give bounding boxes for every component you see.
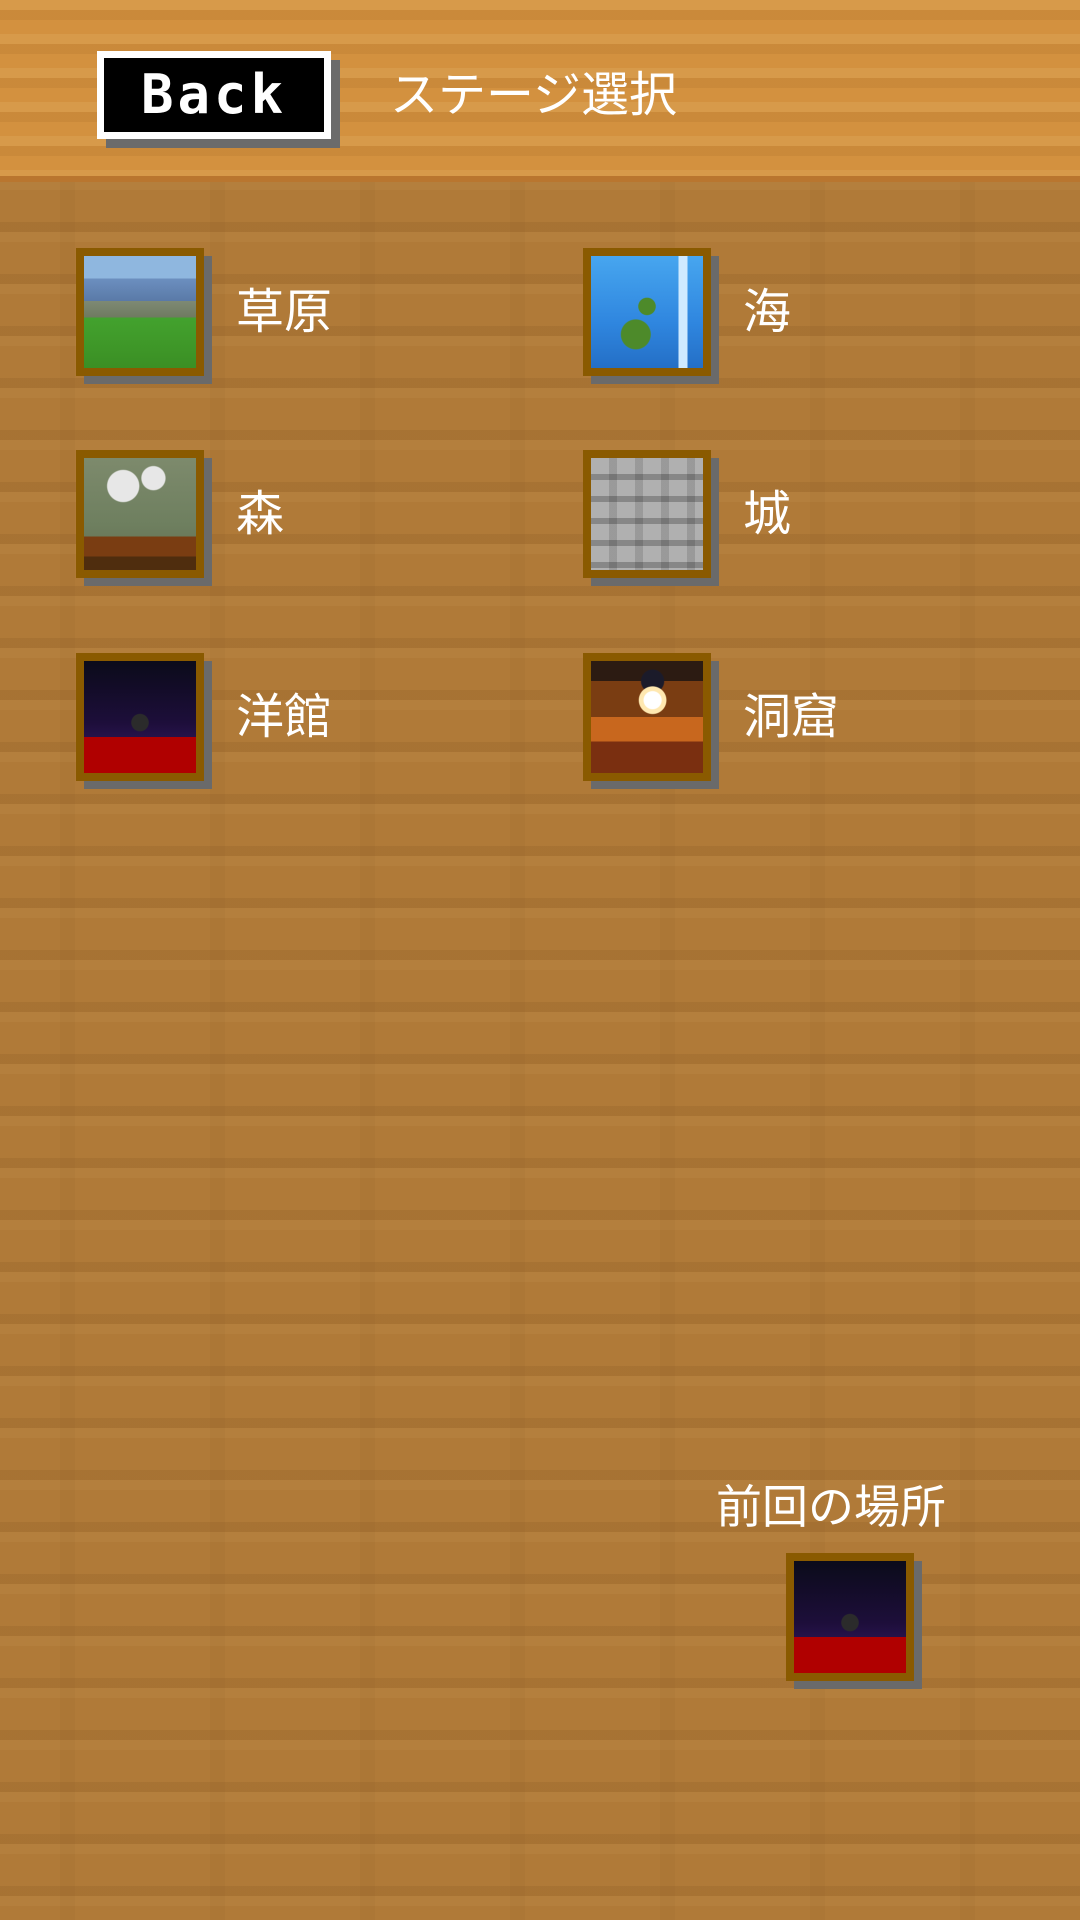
page-title: ステージ選択 bbox=[390, 67, 678, 123]
mansion-thumbnail-icon bbox=[794, 1561, 906, 1673]
stage-item-forest[interactable]: 森 bbox=[76, 450, 496, 578]
sea-thumbnail-icon[interactable] bbox=[583, 248, 711, 376]
previous-location-label: 前回の場所 bbox=[716, 1480, 946, 1534]
stage-label: 海 bbox=[743, 284, 792, 340]
castle-thumbnail-icon[interactable] bbox=[583, 450, 711, 578]
grassland-thumbnail-icon[interactable] bbox=[76, 248, 204, 376]
stage-label: 草原 bbox=[236, 284, 333, 340]
stage-label: 城 bbox=[743, 486, 792, 542]
stage-label: 森 bbox=[236, 486, 285, 542]
top-bar: Back ステージ選択 bbox=[0, 0, 1080, 182]
back-button[interactable]: Back bbox=[97, 51, 331, 139]
cave-thumbnail-icon[interactable] bbox=[583, 653, 711, 781]
previous-location-button[interactable] bbox=[786, 1553, 914, 1681]
stage-label: 洋館 bbox=[236, 689, 333, 745]
stage-label: 洞窟 bbox=[743, 689, 840, 745]
stage-item-sea[interactable]: 海 bbox=[583, 248, 1003, 376]
mansion-thumbnail-icon[interactable] bbox=[76, 653, 204, 781]
stage-item-grassland[interactable]: 草原 bbox=[76, 248, 496, 376]
stage-item-castle[interactable]: 城 bbox=[583, 450, 1003, 578]
stage-item-mansion[interactable]: 洋館 bbox=[76, 653, 496, 781]
stage-item-cave[interactable]: 洞窟 bbox=[583, 653, 1003, 781]
forest-thumbnail-icon[interactable] bbox=[76, 450, 204, 578]
